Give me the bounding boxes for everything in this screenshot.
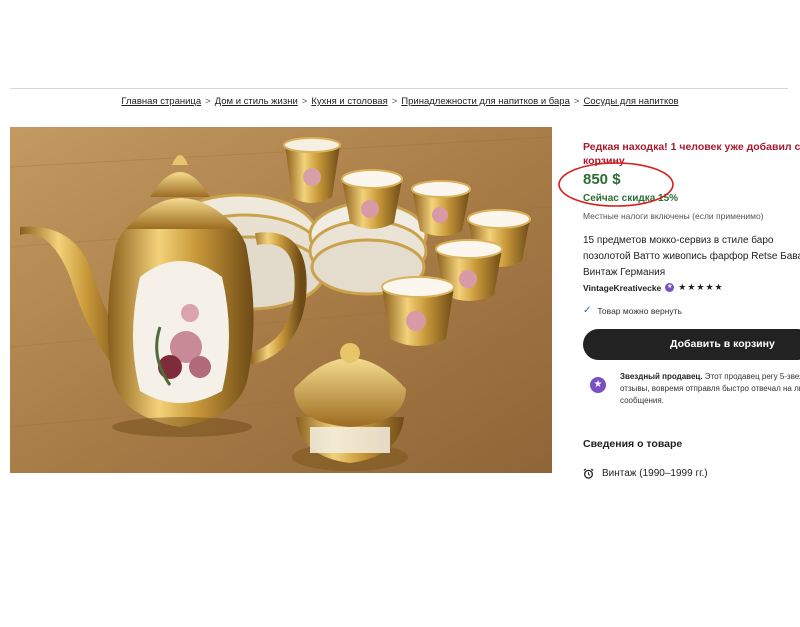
breadcrumb-drink-barware[interactable]: Принадлежности для напитков и бара (401, 96, 570, 107)
chevron-right-icon: > (391, 96, 398, 107)
shop-name-link[interactable]: VintageKreativecke (583, 283, 661, 293)
breadcrumb-kitchen-dining[interactable]: Кухня и столовая (311, 96, 387, 107)
add-to-cart-button[interactable]: Добавить в корзину (583, 329, 800, 360)
shop-badge-icon: ★ (665, 283, 675, 292)
rating-stars[interactable]: ★★★★★ (678, 282, 723, 293)
vintage-row: Винтаж (1990–1999 гг.) (583, 468, 708, 479)
scarcity-notice: Редкая находка! 1 человек уже добавил с … (583, 141, 800, 167)
discount-note: Сейчас скидка 15% (583, 193, 679, 204)
listing-title: 15 предметов мокко-сервиз в стиле баро п… (583, 235, 800, 278)
star-seller-label: Звездный продавец. (620, 372, 703, 381)
price: 850 $ (583, 171, 621, 188)
breadcrumb-home[interactable]: Главная страница (121, 96, 201, 107)
listing-panel: Редкая находка! 1 человек уже добавил с … (583, 0, 800, 627)
vintage-text: Винтаж (1990–1999 гг.) (602, 468, 708, 479)
alarm-clock-icon (583, 468, 594, 479)
chevron-right-icon: > (573, 96, 580, 107)
shop-row: VintageKreativecke ★ ★★★★★ (583, 282, 724, 293)
product-photo[interactable] (10, 127, 552, 473)
star-seller-note: Звездный продавец. Этот продавец регу 5-… (620, 371, 800, 407)
item-details-heading[interactable]: Сведения о товаре (583, 438, 682, 450)
breadcrumb-home-lifestyle[interactable]: Дом и стиль жизни (215, 96, 298, 107)
taxes-note: Местные налоги включены (если применимо) (583, 211, 764, 221)
returns-text: Товар можно вернуть (597, 305, 682, 316)
star-seller-badge-icon: ★ (590, 377, 606, 393)
returns-row: ✓ Товар можно вернуть (583, 305, 682, 316)
chevron-right-icon: > (301, 96, 308, 107)
chevron-right-icon: > (205, 96, 211, 107)
check-icon: ✓ (583, 305, 592, 316)
